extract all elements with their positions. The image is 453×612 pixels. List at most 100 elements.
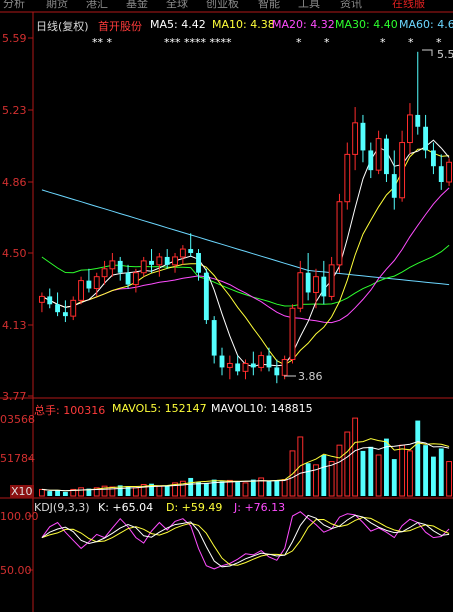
volume-bar-up bbox=[344, 431, 351, 497]
ma20-value: MA20: 4.32 bbox=[272, 18, 335, 31]
signal-stars: ** * bbox=[92, 36, 112, 49]
mavol10-value: MAVOL10: 148815 bbox=[211, 402, 313, 415]
candle-body-down bbox=[211, 320, 217, 356]
candle-body-down bbox=[219, 355, 225, 368]
volume-bar-down bbox=[391, 459, 397, 496]
candle-body-up bbox=[446, 161, 453, 183]
volume-bar-down bbox=[430, 456, 436, 496]
candle-body-down bbox=[188, 249, 194, 254]
signal-stars: *** **** **** bbox=[164, 36, 232, 49]
volume-bar-down bbox=[47, 491, 53, 496]
volume-bar-down bbox=[250, 479, 256, 496]
volume-bar-down bbox=[360, 450, 366, 496]
low-price-annotation: 3.86 bbox=[298, 370, 323, 383]
candle-body-down bbox=[235, 363, 241, 372]
stock-name: 首开股份 bbox=[98, 20, 142, 33]
candle-body-down bbox=[430, 150, 436, 167]
price-tick: 5.59 bbox=[2, 32, 27, 45]
price-tick: 5.23 bbox=[2, 104, 27, 117]
candle-body-up bbox=[328, 264, 335, 297]
volume-bar-down bbox=[438, 448, 444, 496]
volume-bar-up bbox=[242, 482, 249, 497]
candle-body-up bbox=[399, 142, 406, 199]
ma60-value: MA60: 4.6 bbox=[399, 18, 453, 31]
candle-body-down bbox=[384, 138, 389, 175]
stock-chart-window: 分析 期货 港汇 基金 全球 创业板 智能 工具 资讯 在线服 日线(复权) 首… bbox=[0, 0, 453, 612]
candle-body-up bbox=[109, 260, 116, 270]
candle-body-down bbox=[368, 150, 374, 171]
candle-body-down bbox=[125, 272, 131, 285]
candle-body-up bbox=[78, 280, 84, 301]
volume-bar-down bbox=[164, 485, 170, 496]
candle-body-up bbox=[242, 362, 249, 372]
candle-body-up bbox=[336, 201, 343, 266]
candle-body-up bbox=[313, 276, 319, 293]
candle-body-down bbox=[164, 256, 170, 265]
candle-body-up bbox=[172, 256, 178, 266]
volume-bar-down bbox=[188, 477, 194, 496]
signal-stars: * bbox=[380, 36, 386, 49]
volume-bar-down bbox=[321, 455, 327, 496]
candle-body-up bbox=[156, 256, 163, 266]
candle-body-up bbox=[297, 272, 304, 309]
volume-bar-up bbox=[281, 479, 288, 497]
period-title[interactable]: 日线(复权) bbox=[36, 18, 89, 34]
volume-bar-up bbox=[336, 444, 343, 497]
candle-body-up bbox=[38, 295, 45, 303]
candle-body-down bbox=[250, 363, 256, 368]
price-tick: 4.13 bbox=[2, 319, 27, 332]
candle-body-down bbox=[203, 272, 209, 321]
volume-bar-up bbox=[132, 487, 139, 497]
candle-body-up bbox=[258, 355, 265, 368]
candle-body-down bbox=[266, 355, 272, 368]
candle-body-up bbox=[140, 260, 147, 274]
candle-body-down bbox=[274, 367, 280, 376]
volume-bar-up bbox=[407, 450, 413, 497]
high-price-annotation: 5.5 bbox=[437, 48, 453, 61]
kline-chart-svg bbox=[0, 11, 453, 612]
signal-stars: * bbox=[296, 36, 302, 49]
candle-body-down bbox=[47, 296, 53, 305]
volume-bar-down bbox=[55, 490, 61, 496]
mavol5-value: MAVOL5: 152147 bbox=[112, 402, 207, 415]
candle-body-up bbox=[407, 114, 413, 144]
volume-bar-down bbox=[266, 481, 272, 496]
volume-bar-up bbox=[399, 444, 406, 497]
volume-bar-down bbox=[219, 481, 225, 496]
volume-bar-down bbox=[368, 446, 374, 496]
candle-body-down bbox=[196, 253, 201, 273]
candle-body-down bbox=[117, 260, 123, 273]
candle-body-down bbox=[360, 122, 366, 151]
candle-body-down bbox=[423, 126, 429, 151]
volume-bar-down bbox=[203, 482, 209, 496]
volume-bar-down bbox=[274, 480, 280, 496]
price-tick: 3.77 bbox=[2, 390, 27, 403]
kdj-k-value: K: +65.04 bbox=[98, 501, 154, 514]
candle-body-up bbox=[352, 122, 359, 155]
kdj-title: KDJ(9,3,3) bbox=[34, 501, 90, 514]
kdj-tick-top: 100.00 bbox=[0, 510, 39, 523]
ma5-value: MA5: 4.42 bbox=[150, 18, 206, 31]
volume-bar-up bbox=[226, 479, 233, 497]
volume-bar-up bbox=[352, 417, 359, 497]
volume-bar-up bbox=[446, 461, 453, 497]
ma5-line bbox=[41, 139, 450, 368]
candle-body-up bbox=[289, 307, 296, 361]
candle-body-down bbox=[86, 280, 92, 289]
kdj-tick-mid: 50.00 bbox=[0, 564, 32, 577]
signal-stars: * bbox=[408, 36, 414, 49]
ma30-value: MA30: 4.40 bbox=[335, 18, 398, 31]
candle-body-down bbox=[55, 304, 61, 313]
candle-body-up bbox=[375, 138, 382, 171]
volume-bar-down bbox=[62, 491, 68, 496]
candle-body-up bbox=[70, 299, 77, 317]
candle-body-down bbox=[415, 114, 421, 127]
candle-body-down bbox=[438, 166, 444, 182]
kdj-j-line bbox=[41, 511, 450, 570]
price-tick: 4.50 bbox=[2, 247, 27, 260]
candle-body-up bbox=[281, 359, 288, 376]
high-marker-line bbox=[422, 49, 433, 56]
volume-bar-down bbox=[305, 463, 311, 496]
volume-bar-up bbox=[78, 487, 84, 497]
candle-body-up bbox=[101, 268, 108, 278]
